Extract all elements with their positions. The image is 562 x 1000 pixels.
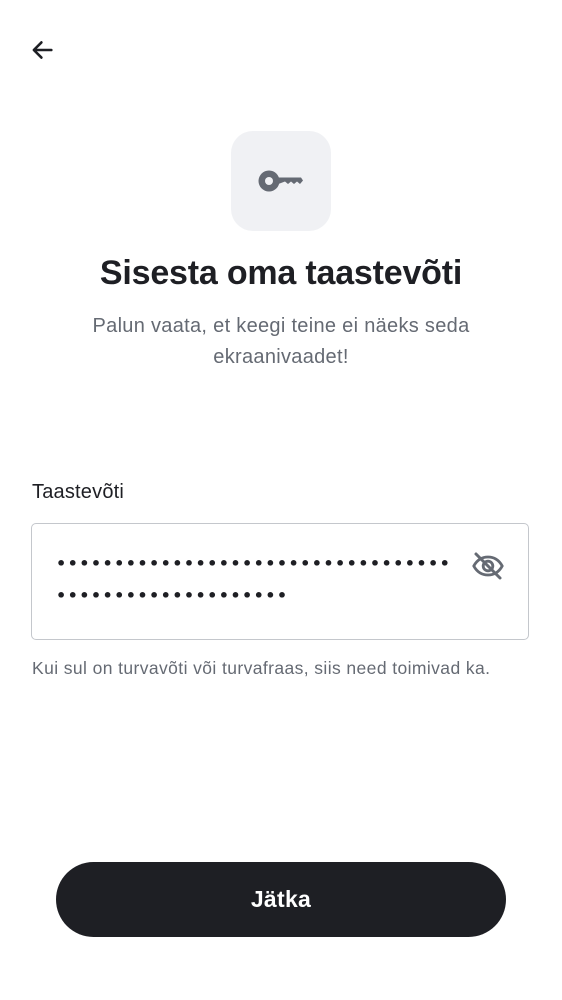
key-icon-tile	[231, 131, 331, 231]
arrow-left-icon	[32, 41, 53, 59]
continue-button[interactable]: Jätka	[56, 862, 506, 937]
recovery-key-input[interactable]: ••••••••••••••••••••••••••••••••••••••••…	[56, 548, 456, 612]
recovery-key-field[interactable]: ••••••••••••••••••••••••••••••••••••••••…	[31, 523, 529, 640]
page-title: Sisesta oma taastevõti	[99, 254, 463, 292]
eye-off-icon	[472, 552, 504, 580]
key-icon	[258, 170, 303, 192]
back-button[interactable]	[18, 26, 66, 74]
toggle-visibility-button[interactable]	[468, 546, 508, 586]
recovery-key-hint: Kui sul on turvavõti või turvafraas, sii…	[32, 658, 491, 678]
page-subtitle: Palun vaata, et keegi teine ei näeks sed…	[92, 315, 470, 368]
recovery-key-label: Taastevõti	[32, 481, 125, 503]
